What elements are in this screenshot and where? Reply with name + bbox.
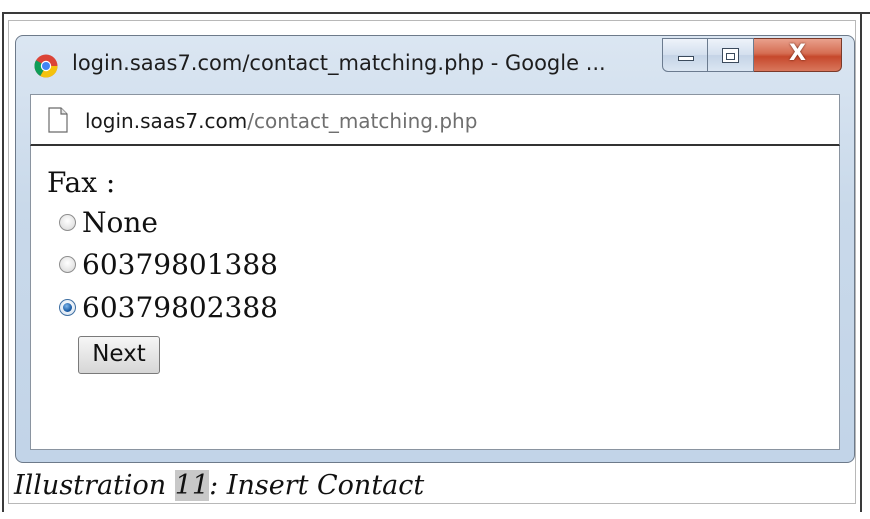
caption-prefix: Illustration [14, 470, 175, 501]
radio-label: 60379802388 [82, 291, 278, 324]
chrome-icon [34, 54, 58, 78]
minimize-button[interactable] [662, 38, 708, 72]
caption-suffix: : Insert Contact [209, 470, 425, 501]
radio-option-60379801388[interactable]: 60379801388 [59, 248, 278, 281]
url-text[interactable]: login.saas7.com/contact_matching.php [85, 109, 477, 133]
maximize-button[interactable] [708, 38, 754, 72]
radio-option-60379802388[interactable]: 60379802388 [59, 291, 278, 324]
close-icon: X [789, 41, 806, 66]
page-icon [48, 107, 68, 133]
url-path: /contact_matching.php [247, 109, 478, 133]
title-bar[interactable]: login.saas7.com/contact_matching.php - G… [16, 36, 854, 90]
radio-label: 60379801388 [82, 248, 278, 281]
window-title: login.saas7.com/contact_matching.php - G… [72, 51, 606, 75]
document-frame-edge [858, 12, 870, 14]
radio-button[interactable] [59, 256, 76, 273]
radio-button-selected[interactable] [59, 299, 76, 316]
close-button[interactable]: X [754, 38, 842, 72]
address-bar[interactable]: login.saas7.com/contact_matching.php [30, 94, 840, 146]
fax-label: Fax : [47, 166, 116, 199]
url-host: login.saas7.com [85, 109, 248, 133]
radio-label: None [82, 206, 158, 239]
caption-number: 11 [174, 470, 210, 501]
minimize-icon [678, 56, 694, 61]
maximize-icon [722, 48, 739, 63]
window-controls: X [662, 38, 842, 74]
figure-caption: Illustration 11: Insert Contact [14, 470, 424, 501]
browser-popup-window: login.saas7.com/contact_matching.php - G… [15, 35, 855, 463]
page-content: Fax : None 60379801388 60379802388 Next [30, 146, 840, 450]
radio-option-none[interactable]: None [59, 206, 158, 239]
next-button[interactable]: Next [78, 336, 160, 374]
radio-button[interactable] [59, 214, 76, 231]
